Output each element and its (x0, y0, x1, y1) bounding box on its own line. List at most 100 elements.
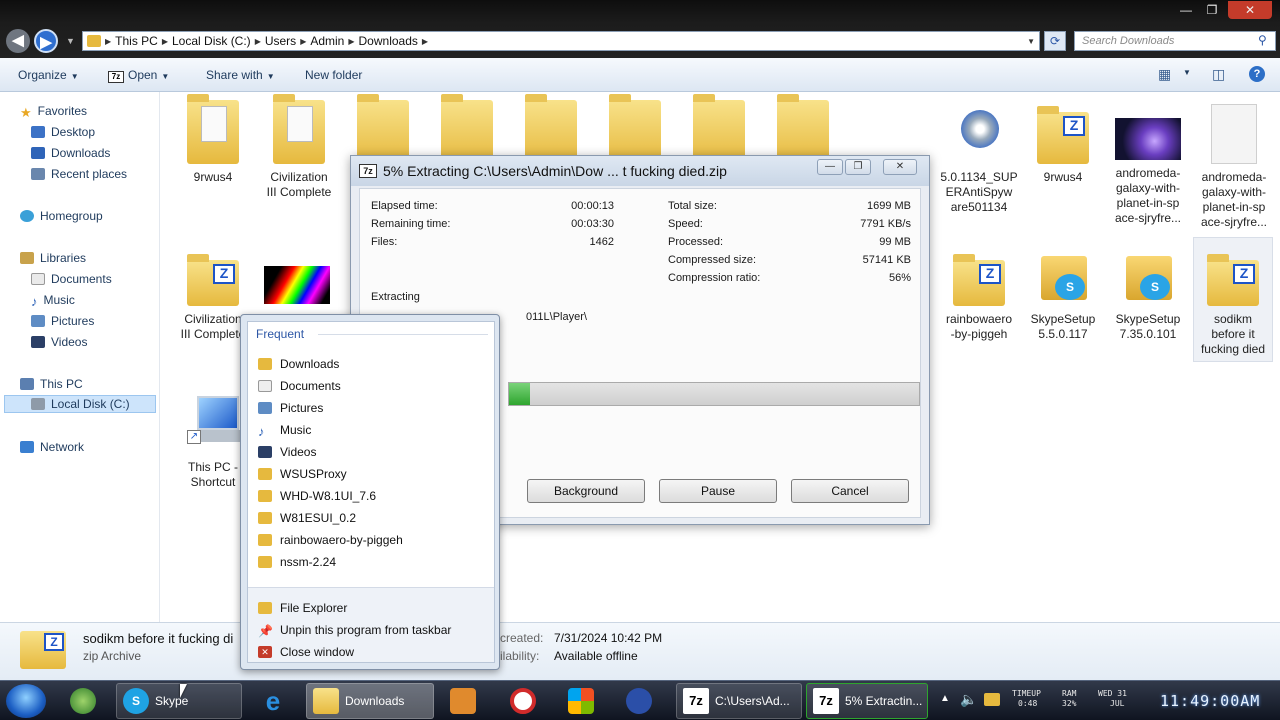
jump-item-rainbowaero[interactable]: rainbowaero-by-piggeh (258, 531, 403, 549)
jump-item-music[interactable]: ♪ Music (258, 421, 311, 439)
taskbar-ie[interactable]: e (248, 683, 298, 719)
file-label: galaxy-with- (1201, 185, 1267, 199)
jump-item-documents[interactable]: Documents (258, 377, 341, 395)
crumb-separator-icon[interactable]: ▶ (255, 37, 261, 46)
organize-menu[interactable]: Organize ▼ (18, 68, 79, 82)
jump-item-videos[interactable]: Videos (258, 443, 316, 461)
installer-box-icon: S (1122, 242, 1174, 306)
jump-item-pictures[interactable]: Pictures (258, 399, 323, 417)
file-item[interactable]: Z 9rwus4 (1020, 100, 1106, 185)
taskbar-app[interactable] (500, 683, 546, 719)
nav-downloads[interactable]: Downloads (31, 144, 110, 162)
dialog-minimize-button[interactable]: — (817, 159, 843, 175)
crumb-separator-icon[interactable]: ▶ (422, 37, 428, 46)
nav-homegroup[interactable]: Homegroup (20, 207, 103, 225)
breadcrumb-downloads[interactable]: Downloads (359, 34, 418, 48)
nav-local-disk[interactable]: Local Disk (C:) (4, 395, 156, 413)
jump-item-label: Downloads (280, 357, 340, 371)
start-button[interactable] (6, 684, 46, 718)
taskbar-app[interactable] (58, 683, 108, 719)
crumb-separator-icon[interactable]: ▶ (162, 37, 168, 46)
file-item[interactable]: 9rwus4 (170, 94, 256, 185)
taskbar-media[interactable] (440, 683, 486, 719)
share-with-menu[interactable]: Share with ▼ (206, 68, 275, 82)
jump-item-nssm[interactable]: nssm-2.24 (258, 553, 336, 571)
file-item[interactable]: S SkypeSetup 5.5.0.117 (1020, 242, 1106, 342)
taskbar-app[interactable] (616, 683, 662, 719)
taskbar-downloads[interactable]: Downloads (306, 683, 434, 719)
close-window-button[interactable]: ✕ (1228, 1, 1272, 19)
taskbar-7zip-1[interactable]: 7z C:\Users\Ad... (676, 683, 802, 719)
crumb-separator-icon[interactable]: ▶ (105, 37, 111, 46)
folder-tray-icon[interactable] (984, 693, 1000, 706)
chevron-down-icon: ▼ (161, 72, 170, 81)
show-hidden-icons[interactable]: ▲ (940, 693, 950, 704)
breadcrumb-users[interactable]: Users (265, 34, 296, 48)
installer-box-icon: S (1037, 242, 1089, 306)
breadcrumb-admin[interactable]: Admin (310, 34, 344, 48)
clock[interactable]: 11:49:00AM (1160, 692, 1260, 710)
cancel-button[interactable]: Cancel (791, 479, 909, 503)
nav-desktop[interactable]: Desktop (31, 123, 95, 141)
ram-label: RAM (1062, 689, 1077, 698)
task-file-explorer[interactable]: File Explorer (258, 599, 347, 617)
search-icon[interactable]: ⚲ (1258, 33, 1267, 47)
search-input[interactable]: Search Downloads (1074, 31, 1276, 51)
dialog-maximize-button[interactable]: ❐ (845, 159, 871, 175)
timeup-value: 0:48 (1018, 699, 1038, 708)
crumb-separator-icon[interactable]: ▶ (300, 37, 306, 46)
view-options-icon[interactable]: ▦ (1158, 66, 1171, 83)
nav-favorites-label: Favorites (37, 104, 88, 118)
maximize-button[interactable]: ❐ (1194, 1, 1230, 19)
file-item[interactable]: Z rainbowaero -by-piggeh (936, 242, 1022, 342)
nav-music[interactable]: ♪ Music (31, 291, 75, 309)
back-button[interactable]: ◀ (6, 29, 30, 53)
address-dropdown-icon[interactable]: ▼ (1027, 37, 1035, 46)
nav-libraries[interactable]: Libraries (20, 249, 86, 267)
task-unpin[interactable]: 📌 Unpin this program from taskbar (258, 621, 451, 639)
open-menu[interactable]: 7z Open ▼ (108, 68, 169, 83)
nav-recent-places[interactable]: Recent places (31, 165, 127, 183)
task-close-window[interactable]: ✕ Close window (258, 643, 354, 661)
nav-favorites[interactable]: ★ Favorites (20, 102, 87, 120)
forward-button[interactable]: ▶ (34, 29, 58, 53)
nav-videos[interactable]: Videos (31, 333, 87, 351)
dialog-close-button[interactable]: ✕ (883, 159, 917, 175)
taskbar-app[interactable] (558, 683, 604, 719)
file-label: are501134 (950, 200, 1008, 214)
pause-button[interactable]: Pause (659, 479, 777, 503)
nav-this-pc[interactable]: This PC (20, 375, 83, 393)
nav-documents[interactable]: Documents (31, 270, 112, 288)
breadcrumb-local-disk[interactable]: Local Disk (C:) (172, 34, 251, 48)
recent-pages-chevron-icon[interactable]: ▼ (66, 36, 75, 46)
jump-item-w81esui[interactable]: W81ESUI_0.2 (258, 509, 356, 527)
file-item[interactable]: andromeda- galaxy-with- planet-in-sp ace… (1105, 100, 1191, 226)
folder-icon (258, 512, 272, 524)
preview-pane-icon[interactable]: ◫ (1212, 66, 1225, 83)
nav-pictures[interactable]: Pictures (31, 312, 94, 330)
background-button[interactable]: Background (527, 479, 645, 503)
new-folder-button[interactable]: New folder (305, 68, 362, 82)
file-item[interactable]: Civilization III Complete (256, 94, 342, 200)
view-dropdown-icon[interactable]: ▼ (1183, 68, 1191, 77)
file-item[interactable]: 5.0.1134_SUP ERAntiSpyw are501134 (936, 100, 1022, 215)
taskbar-skype[interactable]: S Skype (116, 683, 242, 719)
breadcrumb-this-pc[interactable]: This PC (115, 34, 158, 48)
jump-item-wsusproxy[interactable]: WSUSProxy (258, 465, 347, 483)
file-item[interactable] (254, 242, 340, 310)
crumb-separator-icon[interactable]: ▶ (348, 37, 354, 46)
volume-icon[interactable]: 🔈 (960, 691, 977, 708)
jump-item-whd[interactable]: WHD-W8.1UI_7.6 (258, 487, 376, 505)
file-item[interactable]: andromeda- galaxy-with- planet-in-sp ace… (1191, 100, 1277, 230)
file-item-selected[interactable]: Z sodikm before it fucking died (1193, 237, 1273, 362)
details-availability-value: Available offline (554, 649, 638, 663)
nav-desktop-label: Desktop (51, 125, 96, 139)
file-item[interactable]: S SkypeSetup 7.35.0.101 (1105, 242, 1191, 342)
nav-network[interactable]: Network (20, 438, 84, 456)
address-bar[interactable]: ▶ This PC ▶ Local Disk (C:) ▶ Users ▶ Ad… (82, 31, 1040, 51)
refresh-button[interactable]: ⟳ (1044, 31, 1066, 51)
pictures-icon (31, 315, 45, 327)
taskbar-7zip-2[interactable]: 7z 5% Extractin... (806, 683, 928, 719)
jump-item-downloads[interactable]: Downloads (258, 355, 339, 373)
help-icon[interactable]: ? (1249, 66, 1265, 82)
